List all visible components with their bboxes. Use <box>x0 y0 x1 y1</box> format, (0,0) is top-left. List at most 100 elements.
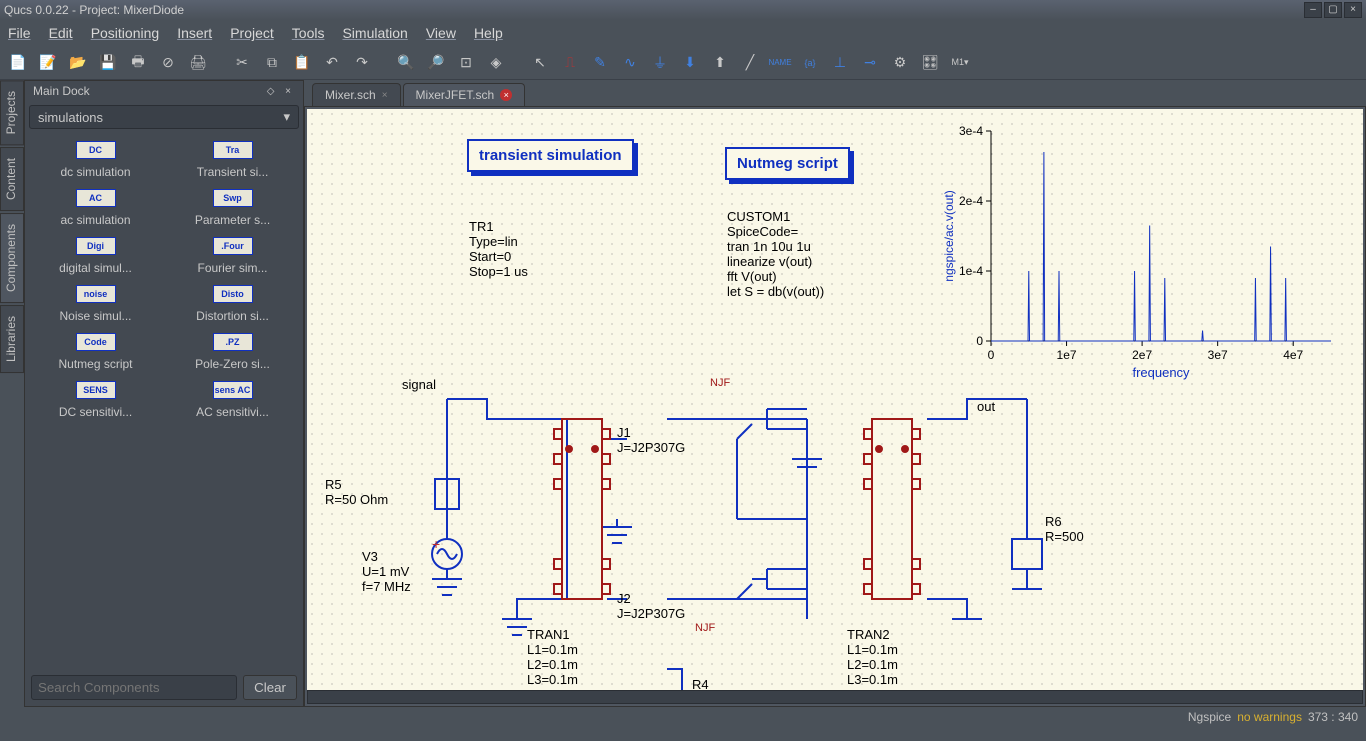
open-icon[interactable]: 📂 <box>66 51 90 75</box>
line-icon[interactable]: ╱ <box>738 51 762 75</box>
palette-item[interactable]: CodeNutmeg script <box>29 333 162 371</box>
sidetab-projects[interactable]: Projects <box>0 80 24 145</box>
svg-text:frequency: frequency <box>1132 365 1190 380</box>
palette-item[interactable]: .PZPole-Zero si... <box>166 333 299 371</box>
component-palette: DCdc simulationTraTransient si...ACac si… <box>25 133 303 669</box>
deactivate-icon[interactable]: ⊥ <box>828 51 852 75</box>
sidetab-components[interactable]: Components <box>0 213 24 303</box>
palette-item[interactable]: DistoDistortion si... <box>166 285 299 323</box>
new-icon[interactable]: 📄 <box>6 51 30 75</box>
zoom-in-icon[interactable]: 🔍 <box>394 51 418 75</box>
tab-close-icon[interactable]: × <box>382 90 388 101</box>
tab[interactable]: Mixer.sch × <box>312 83 401 106</box>
ground-icon[interactable]: ⏚ <box>648 51 672 75</box>
category-combo[interactable]: simulations ▾ <box>29 105 299 129</box>
dock-title: Main Dock <box>33 84 90 98</box>
port-up-icon[interactable]: ⬆ <box>708 51 732 75</box>
minimize-button[interactable]: – <box>1304 2 1322 18</box>
combo-value: simulations <box>38 110 103 125</box>
svg-text:ngspice/ac.v(out): ngspice/ac.v(out) <box>942 190 956 281</box>
palette-item[interactable]: SwpParameter s... <box>166 189 299 227</box>
status-engine: Ngspice <box>1188 710 1231 724</box>
simulate-icon[interactable]: ⚙ <box>888 51 912 75</box>
palette-item[interactable]: SENSDC sensitivi... <box>29 381 162 419</box>
statusbar: Ngspice no warnings 373 : 340 <box>0 707 1366 727</box>
palette-item[interactable]: ACac simulation <box>29 189 162 227</box>
status-coords: 373 : 340 <box>1308 710 1358 724</box>
save-icon[interactable]: 💾 <box>96 51 120 75</box>
wire-icon[interactable]: ⎍ <box>558 51 582 75</box>
fft-plot[interactable]: 01e72e73e74e701e-42e-43e-4frequencyngspi… <box>941 121 1341 381</box>
comp-j1: J1 J=J2P307G <box>617 425 685 455</box>
cut-icon[interactable]: ✂ <box>230 51 254 75</box>
tab-close-icon[interactable]: × <box>500 89 512 101</box>
comp-v3: V3 U=1 mV f=7 MHz <box>362 549 411 594</box>
equation-icon[interactable]: ∿ <box>618 51 642 75</box>
svg-text:+: + <box>432 536 440 552</box>
print-icon[interactable]: 🖨 <box>186 51 210 75</box>
zoom-fit-icon[interactable]: ⊡ <box>454 51 478 75</box>
tab[interactable]: MixerJFET.sch × <box>403 83 526 106</box>
tune-icon[interactable]: 🎛 <box>918 51 942 75</box>
port-down-icon[interactable]: ⬇ <box>678 51 702 75</box>
palette-item[interactable]: .FourFourier sim... <box>166 237 299 275</box>
net-signal: signal <box>402 377 436 392</box>
marker-icon[interactable]: M1▾ <box>948 51 972 75</box>
copy-icon[interactable]: ⧉ <box>260 51 284 75</box>
sidetab-content[interactable]: Content <box>0 147 24 211</box>
maximize-button[interactable]: ▢ <box>1324 2 1342 18</box>
menu-edit[interactable]: Edit <box>49 25 73 41</box>
pointer-icon[interactable]: ↖ <box>528 51 552 75</box>
save-all-icon[interactable]: 🖶 <box>126 51 150 75</box>
palette-item[interactable]: DCdc simulation <box>29 141 162 179</box>
status-warnings: no warnings <box>1237 710 1302 724</box>
clear-button[interactable]: Clear <box>243 675 297 700</box>
menu-help[interactable]: Help <box>474 25 503 41</box>
name-icon[interactable]: NAME <box>768 51 792 75</box>
comp-j2: J2 J=J2P307G <box>617 591 685 621</box>
sidetab-libraries[interactable]: Libraries <box>0 305 24 373</box>
njf1: NJF <box>710 377 730 389</box>
redo-icon[interactable]: ↷ <box>350 51 374 75</box>
undo-icon[interactable]: ↶ <box>320 51 344 75</box>
close-doc-icon[interactable]: ⊘ <box>156 51 180 75</box>
schematic-canvas[interactable]: transient simulation TR1 Type=lin Start=… <box>307 109 1363 704</box>
key-icon[interactable]: ⊸ <box>858 51 882 75</box>
zoom-1-icon[interactable]: ◈ <box>484 51 508 75</box>
window-titlebar: Qucs 0.0.22 - Project: MixerDiode – ▢ × <box>0 0 1366 20</box>
main-toolbar: 📄 📝 📂 💾 🖶 ⊘ 🖨 ✂ ⧉ 📋 ↶ ↷ 🔍 🔎 ⊡ ◈ ↖ ⎍ ✎ ∿ … <box>0 46 1366 80</box>
comp-tran2: TRAN2 L1=0.1m L2=0.1m L3=0.1m <box>847 627 898 687</box>
palette-item[interactable]: noiseNoise simul... <box>29 285 162 323</box>
svg-text:2e-4: 2e-4 <box>959 194 983 208</box>
palette-item[interactable]: Digidigital simul... <box>29 237 162 275</box>
svg-text:1e7: 1e7 <box>1057 348 1077 362</box>
dock-controls[interactable]: ◇ × <box>267 86 295 97</box>
window-title: Qucs 0.0.22 - Project: MixerDiode <box>4 3 184 17</box>
menu-positioning[interactable]: Positioning <box>91 25 160 41</box>
net-out: out <box>977 399 995 414</box>
comp-tran1: TRAN1 L1=0.1m L2=0.1m L3=0.1m <box>527 627 578 687</box>
menu-project[interactable]: Project <box>230 25 274 41</box>
svg-text:0: 0 <box>988 348 995 362</box>
param-icon[interactable]: {a} <box>798 51 822 75</box>
svg-text:3e-4: 3e-4 <box>959 124 983 138</box>
label-icon[interactable]: ✎ <box>588 51 612 75</box>
close-button[interactable]: × <box>1344 2 1362 18</box>
menu-tools[interactable]: Tools <box>292 25 325 41</box>
menu-insert[interactable]: Insert <box>177 25 212 41</box>
menu-file[interactable]: File <box>8 25 31 41</box>
paste-icon[interactable]: 📋 <box>290 51 314 75</box>
menu-simulation[interactable]: Simulation <box>342 25 407 41</box>
document-tabs: Mixer.sch ×MixerJFET.sch × <box>304 80 1366 106</box>
svg-text:1e-4: 1e-4 <box>959 264 983 278</box>
menubar: File Edit Positioning Insert Project Tools Sim… <box>0 20 1366 46</box>
palette-item[interactable]: sens ACAC sensitivi... <box>166 381 299 419</box>
main-dock: Main Dock ◇ × simulations ▾ DCdc simulat… <box>24 80 304 707</box>
search-input[interactable] <box>31 675 237 700</box>
side-tab-bar: ProjectsContentComponentsLibraries <box>0 80 24 707</box>
horizontal-scrollbar[interactable] <box>307 690 1363 704</box>
palette-item[interactable]: TraTransient si... <box>166 141 299 179</box>
zoom-out-icon[interactable]: 🔎 <box>424 51 448 75</box>
menu-view[interactable]: View <box>426 25 456 41</box>
new-text-icon[interactable]: 📝 <box>36 51 60 75</box>
